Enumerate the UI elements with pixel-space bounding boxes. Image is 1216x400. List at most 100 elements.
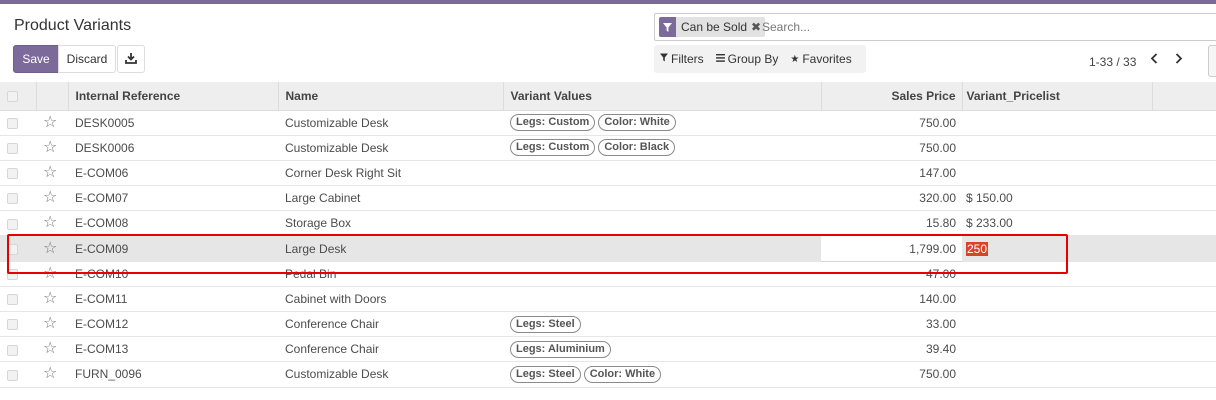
variant-values-cell[interactable] [503,261,821,286]
internal-reference-cell[interactable]: E-COM09 [68,235,278,262]
variant-values-cell[interactable]: Legs: Steel Color: White [503,362,821,387]
variant-pricelist-cell[interactable] [962,362,1152,387]
variant-pricelist-cell[interactable] [962,312,1152,337]
variant-pricelist-cell[interactable] [962,135,1152,160]
favorites-dropdown[interactable]: ★ Favorites [790,52,851,66]
star-icon[interactable]: ☆ [43,189,57,206]
pricelist-input-value[interactable]: 250 [966,241,989,256]
column-name[interactable]: Name [278,82,504,111]
sales-price-cell[interactable]: 750.00 [821,135,962,160]
sales-price-cell[interactable]: 140.00 [821,286,962,311]
favorite-cell[interactable]: ☆ [36,110,68,135]
group-by-dropdown[interactable]: Group By [715,52,778,66]
favorite-cell[interactable]: ☆ [36,160,68,185]
star-icon[interactable]: ☆ [43,114,57,131]
row-checkbox[interactable] [7,143,18,155]
variant-pricelist-cell[interactable]: $ 150.00 [962,186,1152,211]
column-variant-values[interactable]: Variant Values [503,82,822,111]
variant-pricelist-cell[interactable]: $ 233.00 [962,211,1152,236]
name-cell[interactable]: Corner Desk Right Sit [278,160,503,185]
variant-values-cell[interactable] [503,160,821,185]
internal-reference-cell[interactable]: E-COM13 [68,337,278,362]
star-icon[interactable]: ☆ [43,139,57,156]
name-cell[interactable]: Conference Chair [278,337,503,362]
search-facet[interactable]: Can be Sold ✖ [659,17,766,37]
variant-values-cell[interactable]: Legs: Custom Color: Black [503,135,821,160]
sales-price-cell[interactable]: 147.00 [821,160,962,185]
name-cell[interactable]: Customizable Desk [278,362,503,387]
row-checkbox[interactable] [7,218,18,230]
row-select-cell[interactable] [0,362,36,387]
row-checkbox[interactable] [7,369,18,381]
row-select-cell[interactable] [0,312,36,337]
sales-price-cell[interactable]: 750.00 [821,110,962,135]
variant-pricelist-cell[interactable] [962,160,1152,185]
internal-reference-cell[interactable]: E-COM10 [68,261,278,286]
row-checkbox[interactable] [7,117,18,129]
variant-pricelist-cell[interactable]: 250 [962,235,1152,262]
name-cell[interactable]: Customizable Desk [278,110,503,135]
internal-reference-cell[interactable]: FURN_0096 [68,362,278,387]
column-internal-reference[interactable]: Internal Reference [68,82,279,111]
star-icon[interactable]: ☆ [43,265,57,282]
sales-price-cell[interactable]: 47.00 [821,261,962,286]
star-icon[interactable]: ☆ [43,340,57,357]
download-button[interactable] [117,45,145,73]
name-cell[interactable]: Customizable Desk [278,135,503,160]
select-all-cell[interactable] [0,82,37,111]
variant-values-cell[interactable]: Legs: Custom Color: White [503,110,821,135]
row-select-cell[interactable] [0,235,36,262]
row-checkbox[interactable] [7,269,18,281]
row-checkbox[interactable] [7,243,18,255]
internal-reference-cell[interactable]: E-COM12 [68,312,278,337]
pager-value[interactable]: 1-33 / 33 [1089,55,1136,69]
row-select-cell[interactable] [0,261,36,286]
discard-button[interactable]: Discard [58,45,116,73]
column-sales-price[interactable]: Sales Price [821,82,963,111]
internal-reference-cell[interactable]: E-COM06 [68,160,278,185]
sales-price-cell[interactable]: 33.00 [821,312,962,337]
table-row[interactable]: ☆ E-COM09 Large Desk 1,799.00 250 [0,235,1216,262]
variant-pricelist-cell[interactable] [962,337,1152,362]
row-select-cell[interactable] [0,186,36,211]
row-select-cell[interactable] [0,110,36,135]
table-row[interactable]: ☆ E-COM07 Large Cabinet 320.00 $ 150.00 [0,186,1216,211]
favorite-cell[interactable]: ☆ [36,337,68,362]
row-checkbox[interactable] [7,319,18,331]
name-cell[interactable]: Conference Chair [278,312,503,337]
favorite-cell[interactable]: ☆ [36,186,68,211]
name-cell[interactable]: Cabinet with Doors [278,286,503,311]
star-icon[interactable]: ☆ [43,214,57,231]
select-all-checkbox[interactable] [7,91,18,103]
table-row[interactable]: ☆ E-COM08 Storage Box 15.80 $ 233.00 [0,211,1216,236]
view-switcher-edge[interactable] [1208,45,1216,77]
favorite-cell[interactable]: ☆ [36,211,68,236]
star-icon[interactable]: ☆ [43,240,57,257]
table-row[interactable]: ☆ E-COM12 Conference Chair Legs: Steel 3… [0,312,1216,337]
table-row[interactable]: ☆ DESK0005 Customizable Desk Legs: Custo… [0,110,1216,136]
internal-reference-cell[interactable]: E-COM08 [68,211,278,236]
name-cell[interactable]: Large Cabinet [278,186,503,211]
favorite-cell[interactable]: ☆ [36,312,68,337]
star-icon[interactable]: ☆ [43,164,57,181]
variant-pricelist-cell[interactable] [962,110,1152,135]
internal-reference-cell[interactable]: E-COM11 [68,286,278,311]
favorite-cell[interactable]: ☆ [36,235,68,262]
filters-dropdown[interactable]: Filters [660,52,704,66]
internal-reference-cell[interactable]: DESK0006 [68,135,278,160]
table-row[interactable]: ☆ E-COM06 Corner Desk Right Sit 147.00 [0,160,1216,186]
sales-price-cell[interactable]: 1,799.00 [821,235,962,262]
variant-pricelist-cell[interactable] [962,286,1152,311]
row-select-cell[interactable] [0,211,36,236]
table-row[interactable]: ☆ E-COM11 Cabinet with Doors 140.00 [0,286,1216,312]
variant-values-cell[interactable] [503,286,821,311]
row-select-cell[interactable] [0,286,36,311]
table-row[interactable]: ☆ E-COM13 Conference Chair Legs: Alumini… [0,337,1216,362]
row-checkbox[interactable] [7,294,18,306]
save-button[interactable]: Save [13,45,59,73]
favorite-cell[interactable]: ☆ [36,286,68,311]
row-checkbox[interactable] [7,344,18,356]
pager-previous-button[interactable] [1146,50,1162,70]
variant-pricelist-cell[interactable] [962,261,1152,286]
column-variant-pricelist[interactable]: Variant_Pricelist [962,82,1153,111]
